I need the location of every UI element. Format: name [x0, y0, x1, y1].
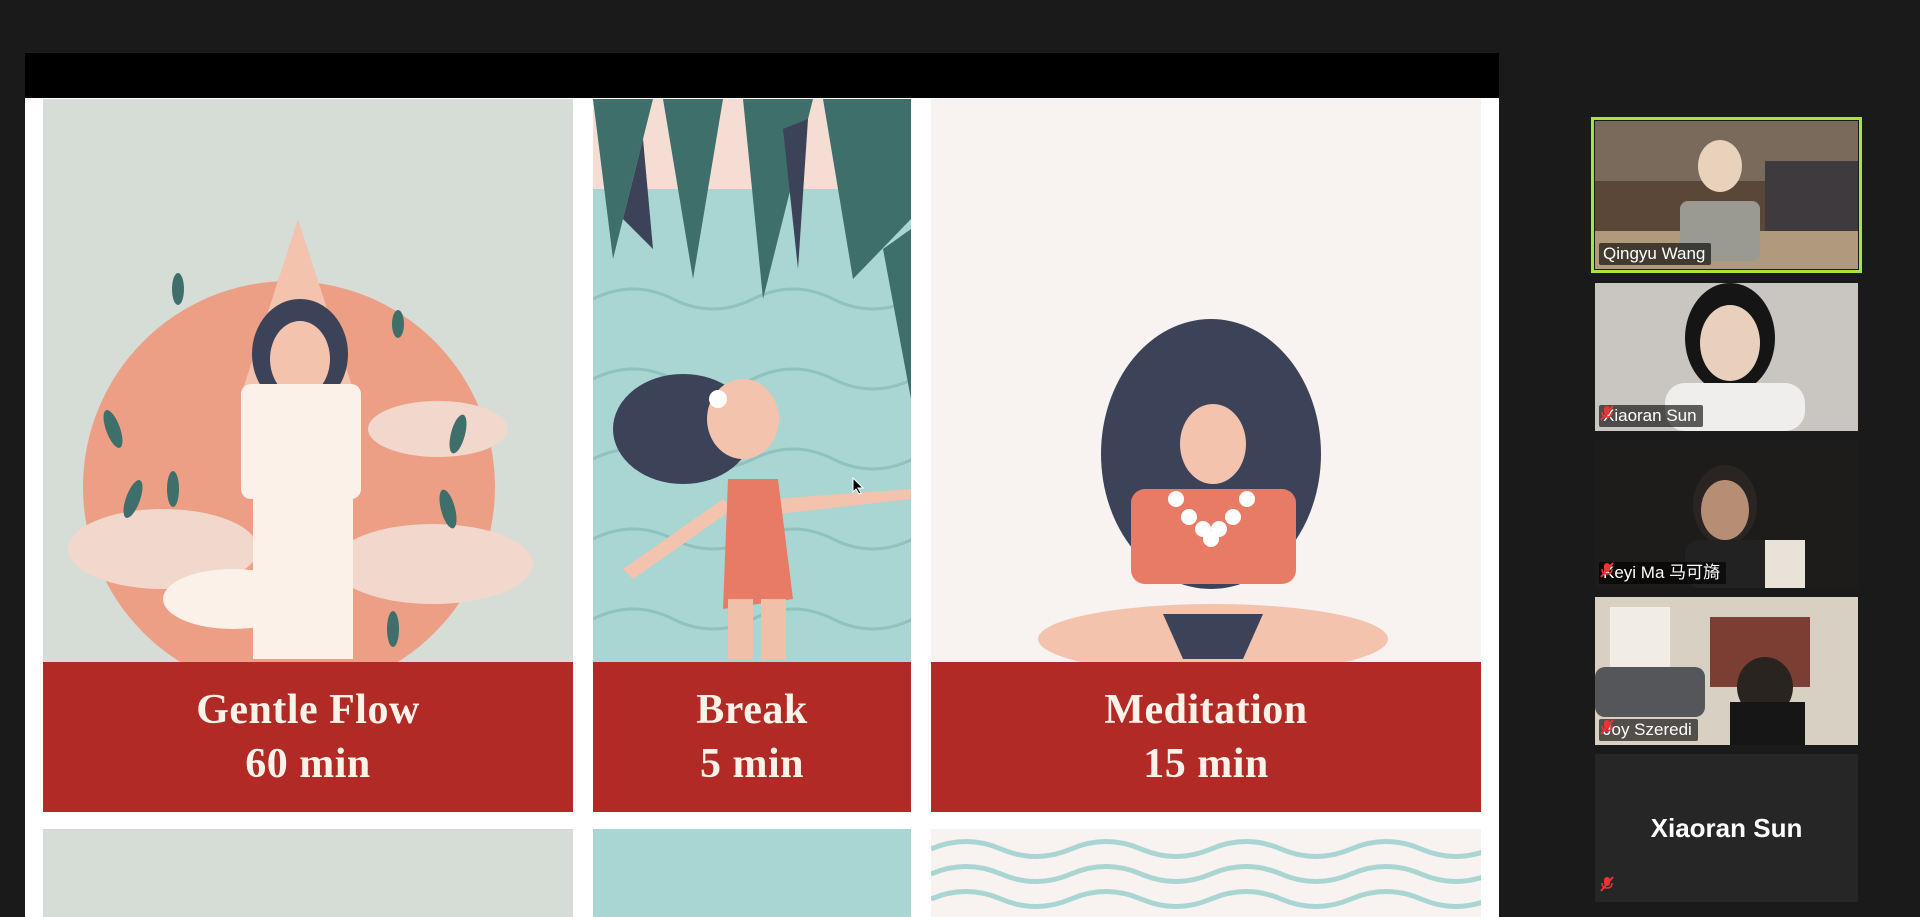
muted-mic-icon — [1600, 562, 1614, 578]
participant-name-chip: Joy Szeredi — [1599, 719, 1698, 741]
card-duration: 15 min — [1143, 741, 1269, 787]
tree-pose-illustration — [43, 99, 573, 662]
card-label: Meditation 15 min — [931, 662, 1481, 812]
participant-tile[interactable]: Keyi Ma 马可旖 — [1595, 440, 1858, 588]
card-meditation: Meditation 15 min — [931, 99, 1481, 812]
participant-name-chip: Qingyu Wang — [1599, 243, 1712, 265]
card-title: Break — [696, 687, 808, 733]
share-top-bar — [25, 53, 1499, 98]
card-duration: 60 min — [245, 741, 371, 787]
next-card-preview-3 — [931, 829, 1481, 917]
participant-name: Keyi Ma 马可旖 — [1603, 563, 1721, 582]
participant-name: Xiaoran Sun — [1603, 406, 1697, 425]
mouse-cursor-icon — [852, 477, 864, 495]
card-title: Meditation — [1104, 687, 1308, 733]
floating-swimmer-illustration — [593, 99, 911, 662]
participant-tile[interactable]: Qingyu Wang — [1591, 117, 1862, 273]
card-break: Break 5 min — [593, 99, 911, 812]
card-title: Gentle Flow — [196, 687, 420, 733]
card-duration: 5 min — [699, 741, 804, 787]
muted-mic-icon — [1600, 876, 1614, 892]
card-label: Break 5 min — [593, 662, 911, 812]
next-card-preview-1 — [43, 829, 573, 917]
next-card-preview-2 — [593, 829, 911, 917]
participant-name-chip: Xiaoran Sun — [1599, 405, 1703, 427]
participant-name: Qingyu Wang — [1603, 244, 1706, 263]
muted-mic-icon — [1600, 719, 1614, 735]
meditation-illustration — [931, 99, 1481, 662]
card-label: Gentle Flow 60 min — [43, 662, 573, 812]
shared-screen: Gentle Flow 60 min Break 5 min Meditatio… — [25, 53, 1499, 917]
participant-tile[interactable]: Joy Szeredi — [1595, 597, 1858, 745]
card-gentle-flow: Gentle Flow 60 min — [43, 99, 573, 812]
participant-name-chip: Keyi Ma 马可旖 — [1599, 562, 1727, 584]
participant-name: Joy Szeredi — [1603, 720, 1692, 739]
muted-mic-icon — [1600, 405, 1614, 421]
participant-name-large: Xiaoran Sun — [1650, 812, 1803, 843]
participant-tile-video-off[interactable]: Xiaoran Sun — [1595, 754, 1858, 902]
participant-tile[interactable]: Xiaoran Sun — [1595, 283, 1858, 431]
waves-illustration — [931, 839, 1481, 909]
